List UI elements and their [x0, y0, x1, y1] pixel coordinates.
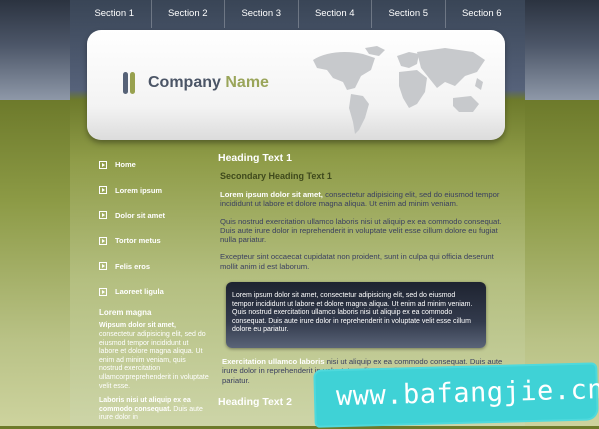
arrow-bullet-icon [99, 262, 107, 271]
header-banner: Company Name [87, 30, 505, 140]
arrow-bullet-icon [99, 211, 107, 220]
logo-name: Name [225, 74, 269, 91]
paragraph-2: Quis nostrud exercitation ullamco labori… [220, 216, 502, 245]
sidebar-item-label: Tortor metus [115, 236, 161, 246]
sidebar-item-lorem-ipsum[interactable]: Lorem ipsum [99, 177, 209, 202]
sidebar-item-label: Felis eros [115, 261, 151, 271]
watermark-text: www.bafangjie.cn [335, 374, 599, 413]
nav-section-6[interactable]: Section 6 [444, 0, 519, 28]
logo-icon [123, 72, 128, 94]
nav-section-5[interactable]: Section 5 [371, 0, 445, 28]
sidebar-item-label: Home [115, 160, 136, 170]
sidebar-item-felis-eros[interactable]: Felis eros [99, 254, 209, 279]
sidebar-item-dolor-sit-amet[interactable]: Dolor sit amet [99, 203, 209, 228]
sidebar-item-laoreet-ligula[interactable]: Laoreet ligula [99, 279, 209, 304]
arrow-bullet-icon [99, 160, 107, 169]
paragraph-lead: Lorem ipsum dolor sit amet, [220, 190, 323, 199]
nav-section-4[interactable]: Section 4 [297, 0, 372, 28]
nav-section-1[interactable]: Section 1 [78, 0, 151, 28]
arrow-bullet-icon [99, 287, 107, 296]
nav-section-3[interactable]: Section 3 [224, 0, 298, 28]
sidebar-item-home[interactable]: Home [99, 152, 209, 177]
logo-company: Company [148, 74, 221, 91]
sidebar: Home Lorem ipsum Dolor sit amet Tortor m… [99, 152, 209, 429]
sidebar-paragraph-lead: Wipsum dolor sit amet, [99, 322, 176, 330]
sidebar-heading: Lorem magna [99, 308, 152, 318]
watermark: www.bafangjie.cn [315, 364, 599, 426]
sidebar-item-label: Dolor sit amet [115, 210, 166, 220]
top-navigation: Section 1 Section 2 Section 3 Section 4 … [78, 0, 518, 28]
paragraph-1: Lorem ipsum dolor sit amet, consectetur … [220, 190, 503, 209]
highlight-box: Lorem ipsum dolor sit amet, consectetur … [226, 282, 486, 348]
sidebar-paragraph: Laboris nisi ut aliquip ex ea commodo co… [99, 397, 209, 423]
world-map-icon [313, 46, 485, 134]
sidebar-paragraph: Wipsum dolor sit amet, consectetur adipi… [99, 322, 209, 391]
highlight-text: Lorem ipsum dolor sit amet, consectetur … [232, 292, 473, 334]
paragraph-lead: Exercitation ullamco laboris [222, 357, 325, 366]
sidebar-paragraph-text: consectetur adipisicing elit, sed do eiu… [99, 330, 209, 390]
sidebar-item-tortor-metus[interactable]: Tortor metus [99, 228, 209, 253]
arrow-bullet-icon [99, 186, 107, 195]
heading-1: Heading Text 1 [218, 152, 292, 164]
secondary-heading: Secondary Heading Text 1 [220, 171, 332, 181]
main-content: Heading Text 1 Secondary Heading Text 1 … [218, 152, 503, 279]
site-logo[interactable]: Company Name [148, 72, 269, 94]
heading-2: Heading Text 2 [218, 396, 292, 408]
sidebar-item-label: Laoreet ligula [115, 287, 164, 297]
sidebar-item-label: Lorem ipsum [115, 185, 163, 195]
logo-icon-accent [130, 72, 135, 94]
nav-section-2[interactable]: Section 2 [150, 0, 225, 28]
paragraph-3: Excepteur sint occaecat cupidatat non pr… [220, 252, 494, 271]
arrow-bullet-icon [99, 236, 107, 245]
